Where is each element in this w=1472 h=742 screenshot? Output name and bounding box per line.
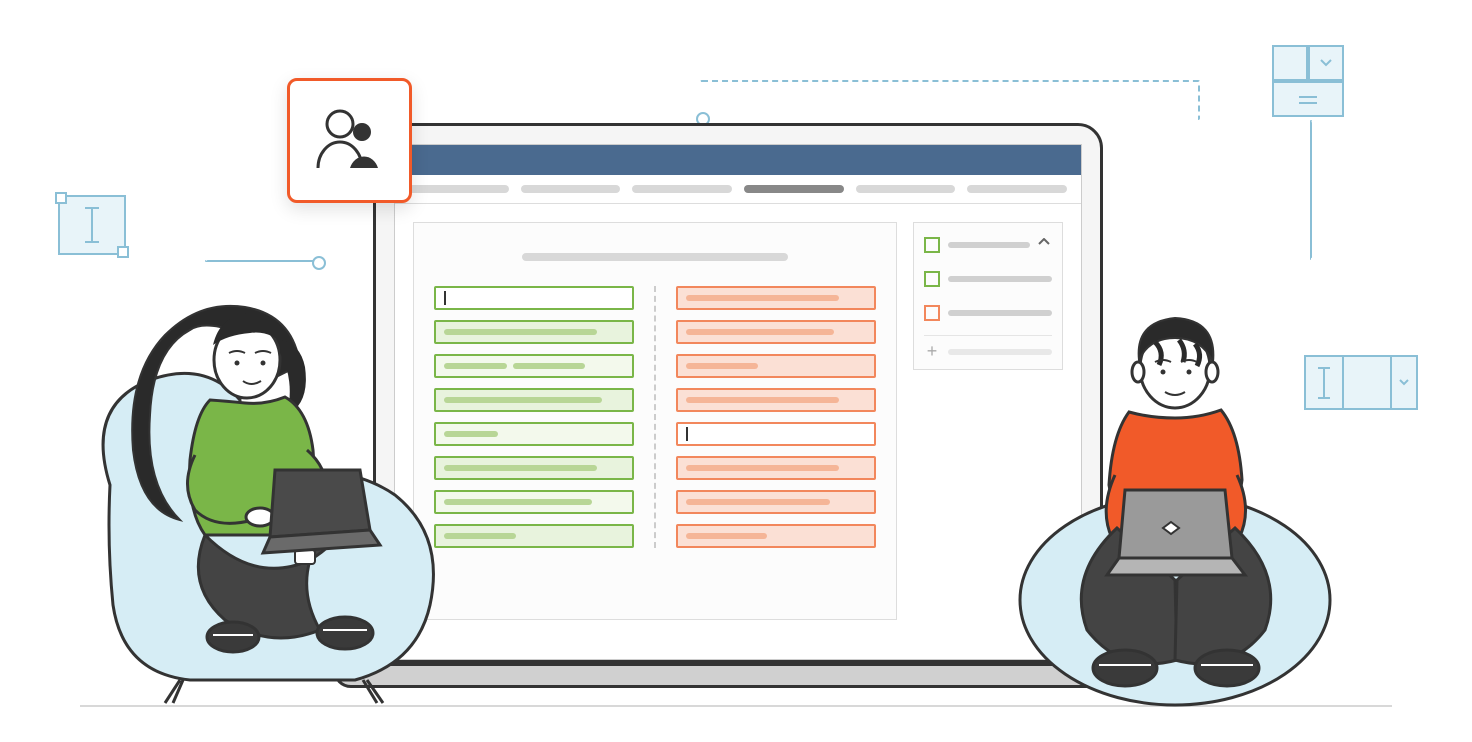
connector-line [1310, 120, 1312, 260]
right-column-orange [676, 286, 876, 548]
text-selection-widget-icon [58, 195, 126, 255]
chevron-up-icon[interactable] [1038, 238, 1052, 252]
plus-icon: + [924, 344, 940, 360]
list-item[interactable] [676, 388, 876, 412]
tab[interactable] [409, 185, 509, 193]
list-item[interactable] [676, 286, 876, 310]
list-item[interactable] [676, 456, 876, 480]
list-item[interactable] [676, 354, 876, 378]
tab[interactable] [967, 185, 1067, 193]
connector-line [205, 260, 320, 262]
connector-line [700, 80, 1200, 120]
tab[interactable] [521, 185, 621, 193]
people-icon [312, 106, 387, 176]
list-item[interactable] [676, 422, 876, 446]
collaborators-card [287, 78, 412, 203]
tab-active[interactable] [744, 185, 844, 193]
tab[interactable] [856, 185, 956, 193]
layer-item[interactable] [924, 267, 1052, 291]
color-swatch-icon [924, 305, 940, 321]
tab[interactable] [632, 185, 732, 193]
list-item[interactable] [676, 320, 876, 344]
person-right-illustration [1007, 310, 1347, 710]
column-divider [654, 286, 656, 548]
document-title-placeholder [522, 253, 787, 261]
color-swatch-icon [924, 237, 940, 253]
list-item[interactable] [676, 490, 876, 514]
color-swatch-icon [924, 271, 940, 287]
tab-bar [395, 175, 1081, 204]
app-window: + [394, 144, 1082, 660]
layout-grid-widget-icon [1272, 45, 1344, 117]
person-left-illustration [95, 285, 465, 705]
editor-main [413, 222, 897, 620]
list-item[interactable] [676, 524, 876, 548]
window-header [395, 145, 1081, 175]
layer-item[interactable] [924, 233, 1052, 257]
